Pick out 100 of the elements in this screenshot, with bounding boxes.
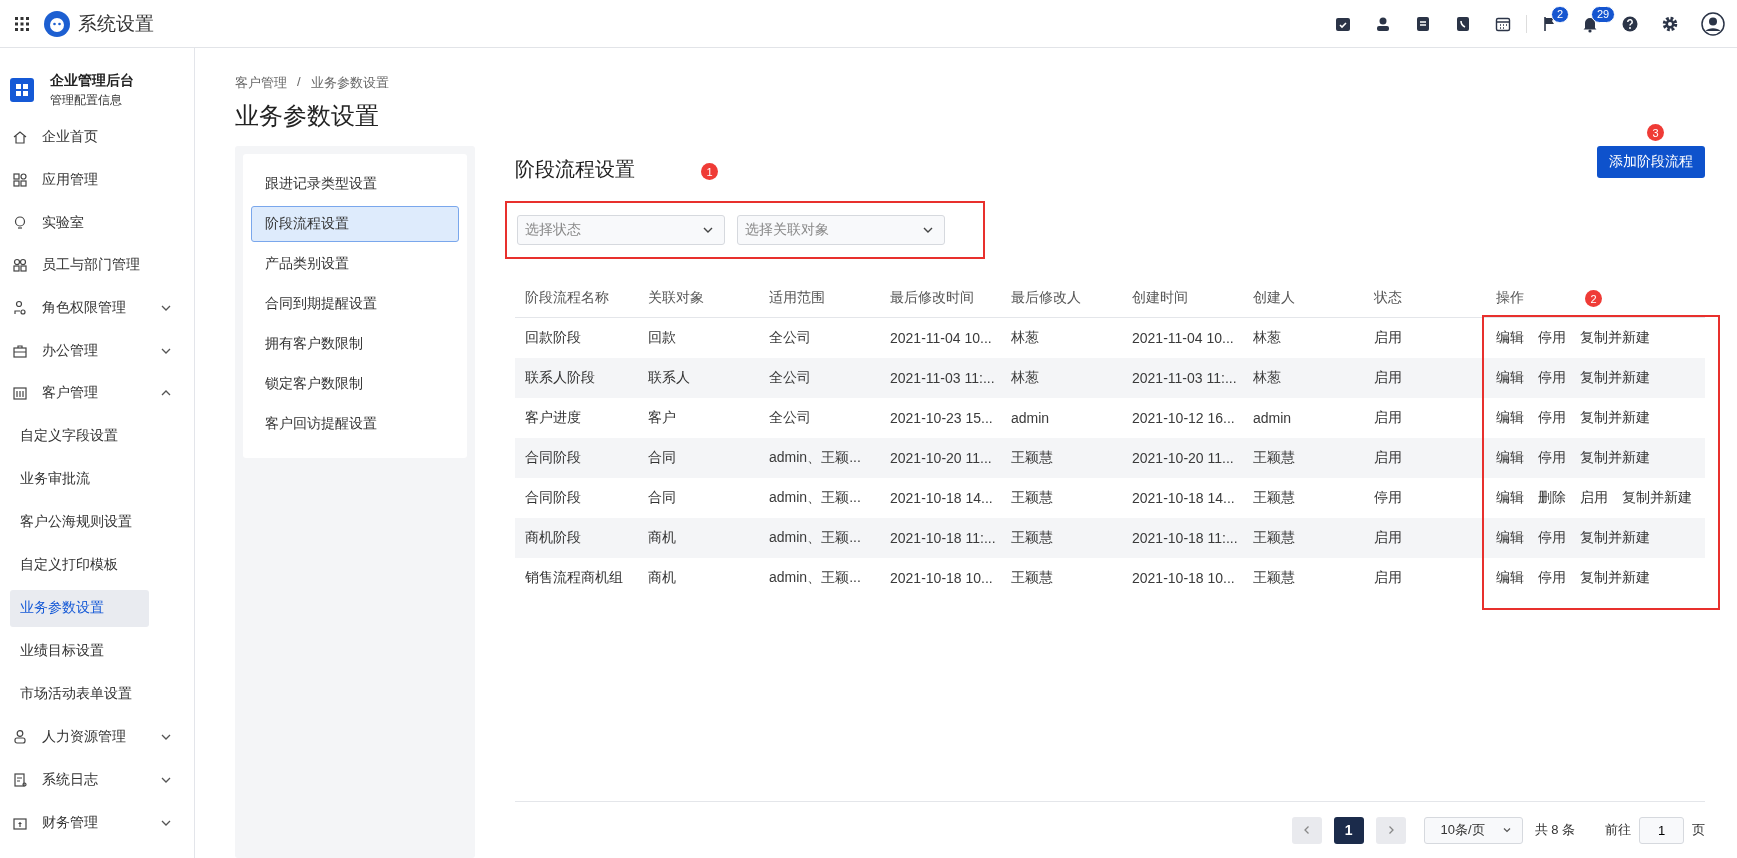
sidebar-item[interactable]: 系统日志 bbox=[0, 758, 194, 802]
row-action-link[interactable]: 复制并新建 bbox=[1580, 449, 1650, 467]
settings-menu-item[interactable]: 拥有客户数限制 bbox=[251, 326, 459, 362]
row-action-link[interactable]: 编辑 bbox=[1496, 569, 1524, 587]
annotation-number: 1 bbox=[701, 163, 718, 180]
row-action-link[interactable]: 复制并新建 bbox=[1580, 369, 1650, 387]
settings-icon[interactable] bbox=[1661, 14, 1679, 33]
sidebar-subitem[interactable]: 业务参数设置 bbox=[10, 589, 149, 627]
table-cell-text: 林葱 bbox=[1252, 369, 1282, 387]
row-action-link[interactable]: 编辑 bbox=[1496, 529, 1524, 547]
page-number-button[interactable]: 1 bbox=[1333, 816, 1364, 844]
row-action-link[interactable]: 删除 bbox=[1538, 489, 1566, 507]
sidebar-item[interactable]: 应用管理 bbox=[0, 158, 194, 202]
table-cell-text: 全公司 bbox=[768, 329, 812, 347]
page-number-input[interactable]: 1 bbox=[1639, 816, 1684, 844]
table-cell-text: 2021-10-18 14... bbox=[889, 490, 994, 506]
table-cell-text: 王颖慧 bbox=[1010, 449, 1054, 467]
table-cell-text: 林葱 bbox=[1010, 369, 1040, 387]
table-cell-text: admin、王颖... bbox=[768, 569, 862, 587]
table-cell-text: 商机阶段 bbox=[524, 529, 582, 547]
row-action-link[interactable]: 停用 bbox=[1538, 409, 1566, 427]
column-header: 最后修改时间 bbox=[890, 289, 974, 307]
select-field[interactable]: 选择关联对象 bbox=[737, 215, 945, 245]
bulb-icon bbox=[12, 214, 28, 231]
briefcase-icon bbox=[12, 342, 28, 359]
phone-book-icon[interactable] bbox=[1454, 14, 1472, 33]
table-cell-text: admin、王颖... bbox=[768, 489, 862, 507]
page-size-select[interactable]: 10条/页 bbox=[1423, 816, 1523, 844]
row-action-link[interactable]: 复制并新建 bbox=[1580, 329, 1650, 347]
sidebar-item[interactable]: 人力资源管理 bbox=[0, 715, 194, 759]
table-cell-text: 2021-10-12 16... bbox=[1131, 410, 1236, 426]
sidebar-item[interactable]: 员工与部门管理 bbox=[0, 244, 194, 287]
sidebar-subitem[interactable]: 自定义字段设置 bbox=[10, 417, 149, 455]
row-action-link[interactable]: 复制并新建 bbox=[1580, 569, 1650, 587]
sidebar-item[interactable]: 实验室 bbox=[0, 201, 194, 245]
breadcrumb-link[interactable]: 业务参数设置 bbox=[310, 74, 389, 92]
table-cell-text: 合同 bbox=[647, 449, 677, 467]
breadcrumb-separator: / bbox=[297, 74, 301, 91]
sidebar-item[interactable]: 企业首页 bbox=[0, 116, 194, 159]
table-cell-text: 启用 bbox=[1373, 569, 1403, 587]
table-cell-text: 启用 bbox=[1373, 449, 1403, 467]
row-action-link[interactable]: 停用 bbox=[1538, 529, 1566, 547]
settings-menu-item[interactable]: 阶段流程设置 bbox=[251, 206, 459, 242]
sidebar-subitem[interactable]: 市场活动表单设置 bbox=[10, 675, 149, 713]
add-stage-flow-button[interactable]: 添加阶段流程 bbox=[1597, 146, 1705, 178]
settings-menu-item[interactable]: 合同到期提醒设置 bbox=[251, 286, 459, 322]
settings-menu-item[interactable]: 产品类别设置 bbox=[251, 246, 459, 282]
table-cell-text: 2021-11-03 11:... bbox=[889, 370, 996, 386]
sidebar-item[interactable]: 客户管理 bbox=[0, 372, 194, 415]
row-action-link[interactable]: 编辑 bbox=[1496, 409, 1524, 427]
row-action-link[interactable]: 编辑 bbox=[1496, 329, 1524, 347]
table-cell-text: 2021-10-18 11:... bbox=[889, 530, 997, 546]
annotation-number: 2 bbox=[1585, 290, 1602, 307]
document-icon[interactable] bbox=[1414, 14, 1432, 33]
app-grid-icon[interactable] bbox=[14, 15, 30, 32]
sidebar-item[interactable]: 角色权限管理 bbox=[0, 286, 194, 330]
notification-count: 29 bbox=[1591, 5, 1616, 23]
settings-menu-item[interactable]: 锁定客户数限制 bbox=[251, 366, 459, 402]
section-title: 阶段流程设置 bbox=[515, 157, 635, 182]
table-cell-text: 合同阶段 bbox=[524, 449, 582, 467]
sidebar-subitem[interactable]: 自定义打印模板 bbox=[10, 546, 149, 584]
row-action-link[interactable]: 复制并新建 bbox=[1580, 529, 1650, 547]
select-field[interactable]: 选择状态 bbox=[517, 215, 725, 245]
row-action-link[interactable]: 停用 bbox=[1538, 569, 1566, 587]
row-action-link[interactable]: 停用 bbox=[1538, 329, 1566, 347]
people-icon bbox=[12, 257, 28, 274]
settings-menu-item[interactable]: 跟进记录类型设置 bbox=[251, 166, 459, 202]
column-header: 创建人 bbox=[1253, 289, 1295, 307]
role-icon bbox=[12, 300, 28, 317]
row-action-link[interactable]: 复制并新建 bbox=[1580, 409, 1650, 427]
row-action-link[interactable]: 停用 bbox=[1538, 449, 1566, 467]
sidebar-subitem[interactable]: 业绩目标设置 bbox=[10, 632, 149, 670]
row-action-link[interactable]: 复制并新建 bbox=[1622, 489, 1692, 507]
table-cell-text: admin、王颖... bbox=[768, 529, 862, 547]
sidebar-subitem[interactable]: 业务审批流 bbox=[10, 460, 149, 498]
org-name: 企业管理后台 bbox=[50, 71, 134, 90]
sidebar-subitem[interactable]: 客户公海规则设置 bbox=[10, 503, 149, 541]
table-cell-text: 2021-10-20 11... bbox=[889, 450, 993, 466]
avatar-icon[interactable] bbox=[1701, 11, 1725, 36]
row-action-link[interactable]: 编辑 bbox=[1496, 449, 1524, 467]
table-cell-text: 王颖慧 bbox=[1252, 489, 1296, 507]
table-cell-text: 王颖慧 bbox=[1010, 569, 1054, 587]
page-unit-label: 页 bbox=[1692, 821, 1705, 839]
row-action-link[interactable]: 编辑 bbox=[1496, 489, 1524, 507]
app-title: 系统设置 bbox=[78, 11, 154, 36]
settings-menu-item[interactable]: 客户回访提醒设置 bbox=[251, 406, 459, 442]
breadcrumb-link[interactable]: 客户管理 bbox=[235, 74, 287, 92]
row-action-link[interactable]: 启用 bbox=[1580, 489, 1608, 507]
row-action-link[interactable]: 停用 bbox=[1538, 369, 1566, 387]
table-cell-text: 王颖慧 bbox=[1010, 489, 1054, 507]
help-icon[interactable] bbox=[1621, 14, 1639, 33]
sidebar-item[interactable]: 财务管理 bbox=[0, 801, 194, 844]
table-cell-text: 2021-11-04 10... bbox=[889, 330, 993, 346]
sidebar-item[interactable]: 办公管理 bbox=[0, 329, 194, 373]
table-cell-text: admin、王颖... bbox=[768, 449, 862, 467]
table-cell-text: 商机 bbox=[647, 569, 677, 587]
table-cell-text: 客户 bbox=[647, 409, 677, 427]
table-cell-text: 启用 bbox=[1373, 409, 1403, 427]
chevron-down-icon bbox=[1501, 825, 1512, 835]
row-action-link[interactable]: 编辑 bbox=[1496, 369, 1524, 387]
